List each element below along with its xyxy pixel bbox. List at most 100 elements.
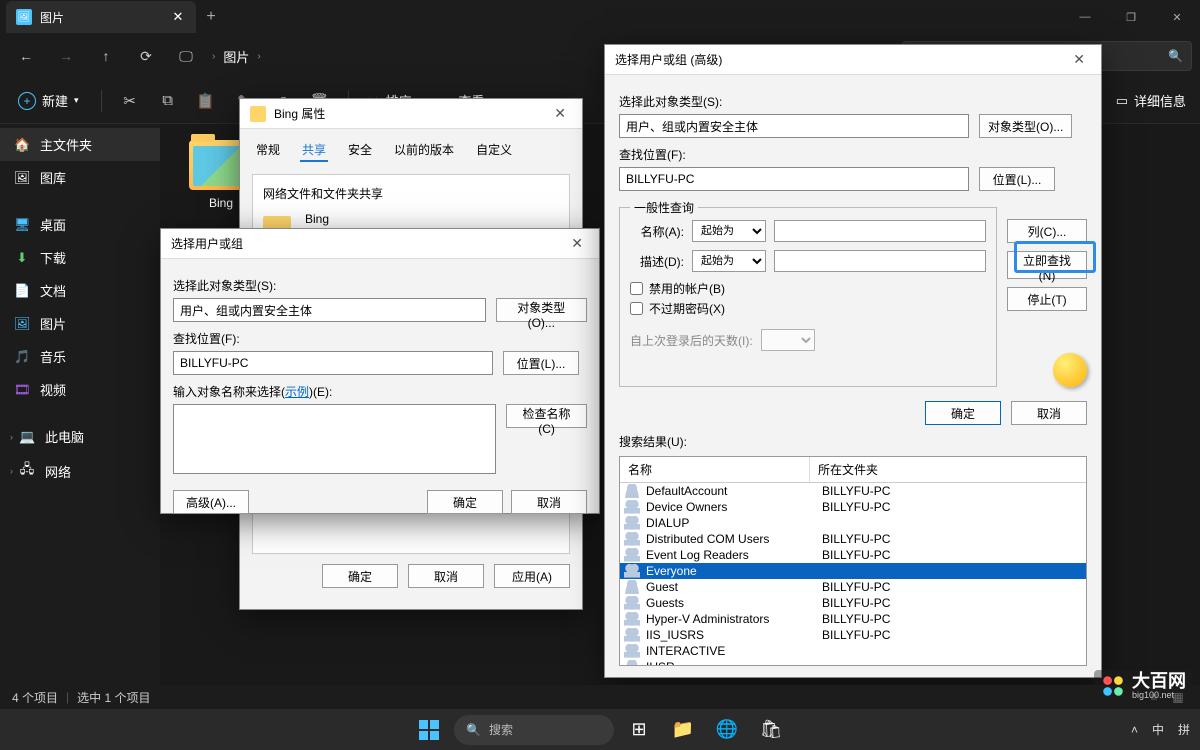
group-icon — [624, 564, 640, 578]
check-names-button[interactable]: 检查名称(C) — [506, 404, 587, 428]
advanced-button[interactable]: 高级(A)... — [173, 490, 249, 514]
columns-button[interactable]: 列(C)... — [1007, 219, 1087, 243]
tab-share[interactable]: 共享 — [300, 139, 328, 162]
tab-security[interactable]: 安全 — [346, 139, 374, 162]
result-row[interactable]: INTERACTIVE — [620, 643, 1086, 659]
result-row[interactable]: Distributed COM UsersBILLYFU-PC — [620, 531, 1086, 547]
result-row[interactable]: DefaultAccountBILLYFU-PC — [620, 483, 1086, 499]
close-icon[interactable]: ✕ — [1067, 51, 1091, 68]
ok-button[interactable]: 确定 — [925, 401, 1001, 425]
sidebar-item-music[interactable]: 🎵音乐 — [0, 340, 160, 373]
group-icon — [624, 628, 640, 642]
sidebar-item-gallery[interactable]: 🖼图库 — [0, 161, 160, 194]
details-button[interactable]: ▭ 详细信息 — [1116, 91, 1186, 110]
result-row[interactable]: GuestBILLYFU-PC — [620, 579, 1086, 595]
new-button[interactable]: + 新建 ▾ — [14, 85, 83, 116]
system-tray[interactable]: ˄ 中 拼 — [1131, 721, 1190, 738]
sidebar-item-desktop[interactable]: 🖥桌面 — [0, 208, 160, 241]
close-icon[interactable]: ✕ — [170, 9, 186, 25]
result-row[interactable]: Device OwnersBILLYFU-PC — [620, 499, 1086, 515]
window-tab[interactable]: 🖼 图片 ✕ — [6, 1, 196, 33]
ime-mode[interactable]: 拼 — [1178, 721, 1190, 738]
refresh-button[interactable]: ⟳ — [128, 38, 164, 74]
apply-button[interactable]: 应用(A) — [494, 564, 570, 588]
cancel-button[interactable]: 取消 — [1011, 401, 1087, 425]
sidebar-item-downloads[interactable]: ⬇下载 — [0, 241, 160, 274]
result-row[interactable]: Everyone — [620, 563, 1086, 579]
close-icon[interactable]: ✕ — [565, 235, 589, 252]
sidebar-item-pictures[interactable]: 🖼图片 — [0, 307, 160, 340]
result-row[interactable]: GuestsBILLYFU-PC — [620, 595, 1086, 611]
object-type-field[interactable] — [619, 114, 969, 138]
location-button[interactable]: 位置(L)... — [979, 167, 1055, 191]
sidebar-item-network[interactable]: ›🖧网络 — [0, 453, 160, 489]
result-row[interactable]: DIALUP — [620, 515, 1086, 531]
monitor-icon[interactable]: 🖵 — [168, 38, 204, 74]
copy-icon[interactable]: ⧉ — [158, 92, 178, 109]
forward-button[interactable]: → — [48, 38, 84, 74]
dialog-title[interactable]: 选择用户或组 ✕ — [161, 229, 599, 259]
stop-button[interactable]: 停止(T) — [1007, 287, 1087, 311]
ime-indicator[interactable]: 中 — [1152, 721, 1164, 738]
dialog-title[interactable]: 选择用户或组 (高级) ✕ — [605, 45, 1101, 75]
object-type-button[interactable]: 对象类型(O)... — [496, 298, 588, 322]
name-filter-input[interactable] — [774, 220, 986, 242]
tray-chevron-icon[interactable]: ˄ — [1131, 723, 1138, 737]
up-button[interactable]: ↑ — [88, 38, 124, 74]
names-textarea[interactable] — [173, 404, 496, 474]
example-link[interactable]: 示例 — [285, 385, 309, 399]
result-folder: BILLYFU-PC — [814, 532, 1086, 546]
back-button[interactable]: ← — [8, 38, 44, 74]
task-view-button[interactable]: ⊞ — [620, 714, 658, 746]
cancel-button[interactable]: 取消 — [511, 490, 587, 514]
results-header[interactable]: 名称 所在文件夹 — [620, 457, 1086, 483]
desc-match-select[interactable]: 起始为 — [692, 250, 766, 272]
object-type-button[interactable]: 对象类型(O)... — [979, 114, 1072, 138]
ok-button[interactable]: 确定 — [322, 564, 398, 588]
result-row[interactable]: Hyper-V AdministratorsBILLYFU-PC — [620, 611, 1086, 627]
location-field[interactable] — [619, 167, 969, 191]
edge-taskbar-icon[interactable]: 🌐 — [708, 714, 746, 746]
paste-icon[interactable]: 📋 — [196, 92, 216, 110]
sidebar-item-thispc[interactable]: ›💻此电脑 — [0, 420, 160, 453]
location-field[interactable] — [173, 351, 493, 375]
new-tab-button[interactable]: + — [196, 8, 226, 26]
ok-button[interactable]: 确定 — [427, 490, 503, 514]
tab-general[interactable]: 常规 — [254, 139, 282, 162]
sidebar-item-home[interactable]: 🏠主文件夹 — [0, 128, 160, 161]
desc-filter-input[interactable] — [774, 250, 986, 272]
no-expire-checkbox[interactable] — [630, 302, 643, 315]
result-row[interactable]: IIS_IUSRSBILLYFU-PC — [620, 627, 1086, 643]
store-taskbar-icon[interactable]: 🛍 — [752, 714, 790, 746]
sidebar-item-documents[interactable]: 📄文档 — [0, 274, 160, 307]
object-type-field[interactable] — [173, 298, 486, 322]
breadcrumb-item[interactable]: 图片 — [223, 47, 249, 66]
tab-previous[interactable]: 以前的版本 — [392, 139, 456, 162]
results-table[interactable]: 名称 所在文件夹 DefaultAccountBILLYFU-PCDevice … — [619, 456, 1087, 666]
sidebar: 🏠主文件夹 🖼图库 🖥桌面 ⬇下载 📄文档 🖼图片 🎵音乐 🎞视频 ›💻此电脑 … — [0, 124, 160, 690]
disabled-accounts-checkbox[interactable] — [630, 282, 643, 295]
group-icon — [624, 612, 640, 626]
start-button[interactable] — [410, 714, 448, 746]
maximize-button[interactable]: ❐ — [1108, 0, 1154, 34]
pc-icon: 💻 — [19, 429, 35, 445]
col-name[interactable]: 名称 — [620, 457, 810, 482]
close-window-button[interactable]: ✕ — [1154, 0, 1200, 34]
col-folder[interactable]: 所在文件夹 — [810, 457, 1086, 482]
minimize-button[interactable]: ― — [1062, 0, 1108, 34]
close-icon[interactable]: ✕ — [548, 105, 572, 122]
sidebar-item-videos[interactable]: 🎞视频 — [0, 373, 160, 406]
result-row[interactable]: Event Log ReadersBILLYFU-PC — [620, 547, 1086, 563]
tab-title: 图片 — [40, 9, 162, 26]
explorer-taskbar-icon[interactable]: 📁 — [664, 714, 702, 746]
name-match-select[interactable]: 起始为 — [692, 220, 766, 242]
taskbar-search[interactable]: 🔍搜索 — [454, 715, 614, 745]
find-now-button[interactable]: 立即查找(N) — [1007, 251, 1087, 279]
tab-custom[interactable]: 自定义 — [474, 139, 514, 162]
cancel-button[interactable]: 取消 — [408, 564, 484, 588]
cut-icon[interactable]: ✂ — [120, 92, 140, 110]
net-share-label: 网络文件和文件夹共享 — [263, 185, 559, 202]
location-button[interactable]: 位置(L)... — [503, 351, 579, 375]
result-row[interactable]: IUSR — [620, 659, 1086, 666]
dialog-title[interactable]: Bing 属性 ✕ — [240, 99, 582, 129]
